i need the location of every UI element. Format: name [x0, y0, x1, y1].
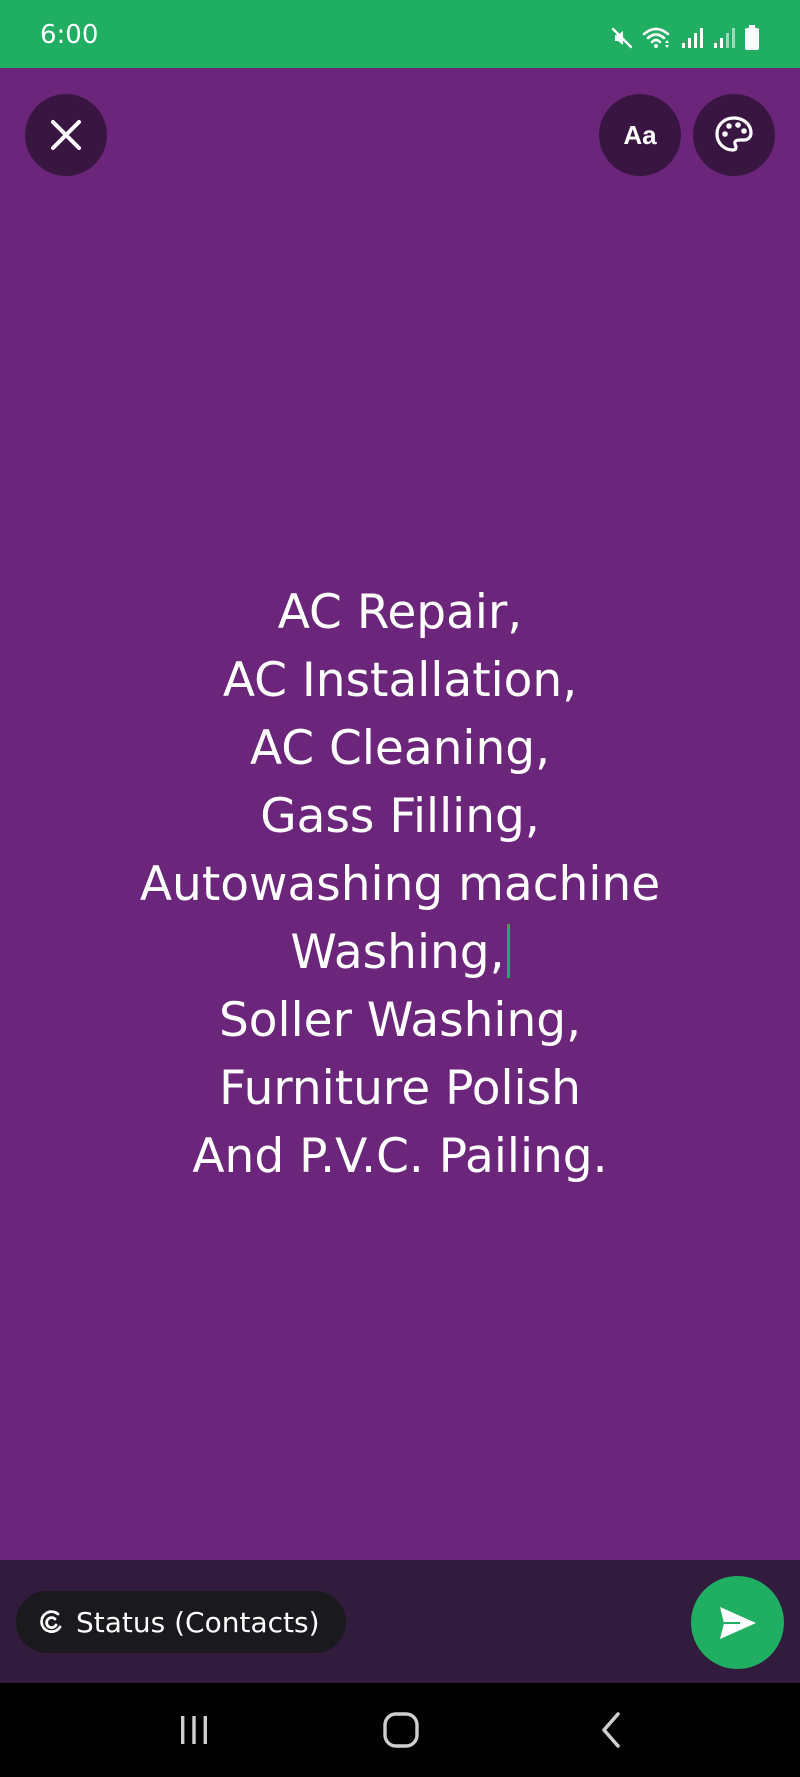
send-button[interactable]	[691, 1576, 784, 1669]
status-time: 6:00	[40, 20, 99, 50]
recent-apps-icon	[181, 1716, 207, 1744]
back-icon	[602, 1712, 620, 1748]
status-text-input[interactable]: AC Repair, AC Installation, AC Cleaning,…	[40, 579, 760, 1191]
home-icon	[383, 1712, 419, 1748]
signal-icon	[682, 28, 703, 48]
send-icon	[719, 1606, 756, 1639]
battery-icon	[745, 25, 759, 50]
status-text-line: Furniture Polish	[219, 1061, 581, 1116]
status-text-line: And P.V.C. Pailing.	[192, 1129, 608, 1184]
mute-icon	[611, 27, 633, 49]
home-button[interactable]	[371, 1708, 431, 1752]
status-text-line: Autowashing machine	[139, 857, 661, 912]
status-audience-label: Status (Contacts)	[76, 1605, 320, 1639]
font-style-label: Aa	[623, 119, 657, 150]
status-text-line: Soller Washing,	[218, 993, 582, 1048]
back-button[interactable]	[581, 1708, 641, 1752]
text-caret	[506, 924, 510, 978]
status-privacy-icon	[40, 1610, 62, 1634]
status-text-line: AC Cleaning,	[249, 721, 551, 776]
recent-apps-button[interactable]	[164, 1708, 224, 1752]
wifi-icon	[642, 27, 670, 48]
status-icons	[610, 24, 760, 52]
status-text-line: Gass Filling,	[260, 789, 540, 844]
background-color-button[interactable]	[693, 94, 775, 176]
status-text-line: Washing,	[290, 925, 505, 980]
close-button[interactable]	[25, 94, 107, 176]
signal-icon-2	[714, 28, 735, 48]
status-text-line-with-caret: Washing,	[40, 919, 760, 987]
status-text-line: AC Repair,	[277, 585, 523, 640]
status-audience-button[interactable]: Status (Contacts)	[16, 1591, 346, 1653]
bottom-bar: Status (Contacts)	[0, 1560, 800, 1683]
status-text-line: AC Installation,	[222, 653, 578, 708]
navigation-bar	[0, 1683, 800, 1777]
close-icon	[51, 120, 81, 150]
font-style-button[interactable]: Aa	[599, 94, 681, 176]
text-status-composer[interactable]: Aa AC Repair, AC Installation, AC Cleani…	[0, 68, 800, 1560]
palette-icon	[715, 116, 753, 152]
status-bar: 6:00	[0, 0, 800, 68]
